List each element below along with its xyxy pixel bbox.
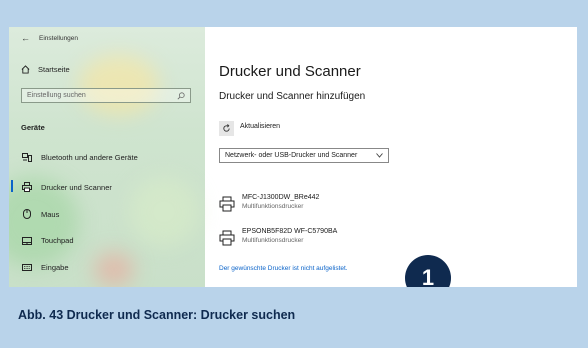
window-titlebar: ← Einstellungen — [21, 33, 78, 43]
main-content: Drucker und Scanner Drucker und Scanner … — [205, 27, 577, 287]
sidebar-item-typing[interactable]: Eingabe — [21, 263, 69, 272]
printer-type: Multifunktionsdrucker — [242, 203, 304, 210]
sidebar-item-label: Drucker und Scanner — [41, 182, 112, 192]
printer-type: Multifunktionsdrucker — [242, 237, 304, 244]
keyboard-icon — [21, 264, 32, 271]
page-title: Drucker und Scanner — [219, 63, 361, 80]
settings-sidebar: ← Einstellungen Startseite Einstellung s… — [9, 27, 205, 287]
section-heading-devices: Geräte — [21, 123, 45, 132]
refresh-label[interactable]: Aktualisieren — [240, 123, 280, 130]
printer-name: EPSONB5F82D WF-C5790BA — [242, 228, 338, 235]
settings-search-input[interactable]: Einstellung suchen — [21, 88, 191, 103]
sidebar-item-printers[interactable]: Drucker und Scanner — [21, 182, 112, 192]
section-title-add: Drucker und Scanner hinzufügen — [219, 91, 366, 102]
printer-icon — [219, 196, 235, 212]
printer-list-item[interactable]: MFC-J1300DW_BRe442 Multifunktionsdrucker — [219, 193, 319, 212]
window-title: Einstellungen — [39, 34, 79, 42]
settings-window: ← Einstellungen Startseite Einstellung s… — [9, 27, 577, 287]
touchpad-icon — [21, 236, 32, 245]
sidebar-item-bluetooth[interactable]: Bluetooth und andere Geräte — [21, 153, 138, 162]
printer-icon — [21, 182, 32, 192]
home-icon — [21, 65, 30, 74]
sidebar-item-mouse[interactable]: Maus — [21, 209, 59, 219]
back-arrow-icon[interactable]: ← — [21, 33, 30, 43]
printer-icon — [219, 230, 235, 246]
bluetooth-devices-icon — [21, 153, 32, 162]
chevron-down-icon — [376, 153, 383, 158]
printer-type-dropdown[interactable]: Netzwerk- oder USB-Drucker und Scanner — [219, 148, 389, 163]
active-indicator — [11, 180, 13, 192]
dropdown-value: Netzwerk- oder USB-Drucker und Scanner — [225, 152, 358, 159]
sidebar-item-label: Bluetooth und andere Geräte — [41, 153, 138, 162]
figure-caption: Abb. 43 Drucker und Scanner: Drucker suc… — [18, 308, 296, 322]
printer-name: MFC-J1300DW_BRe442 — [242, 194, 320, 201]
refresh-icon — [223, 124, 230, 132]
sidebar-item-label: Touchpad — [41, 236, 74, 245]
mouse-icon — [21, 209, 32, 219]
refresh-button[interactable] — [219, 121, 234, 136]
printer-not-listed-link[interactable]: Der gewünschte Drucker ist nicht aufgeli… — [219, 265, 348, 272]
search-icon — [177, 91, 185, 99]
printer-list-item[interactable]: EPSONB5F82D WF-C5790BA Multifunktionsdru… — [219, 227, 337, 246]
sidebar-item-label: Eingabe — [41, 263, 69, 272]
sidebar-item-label: Maus — [41, 209, 60, 219]
sidebar-item-home[interactable]: Startseite — [21, 65, 70, 74]
sidebar-item-touchpad[interactable]: Touchpad — [21, 236, 74, 245]
sidebar-item-label: Startseite — [38, 65, 70, 74]
search-placeholder: Einstellung suchen — [27, 92, 86, 99]
